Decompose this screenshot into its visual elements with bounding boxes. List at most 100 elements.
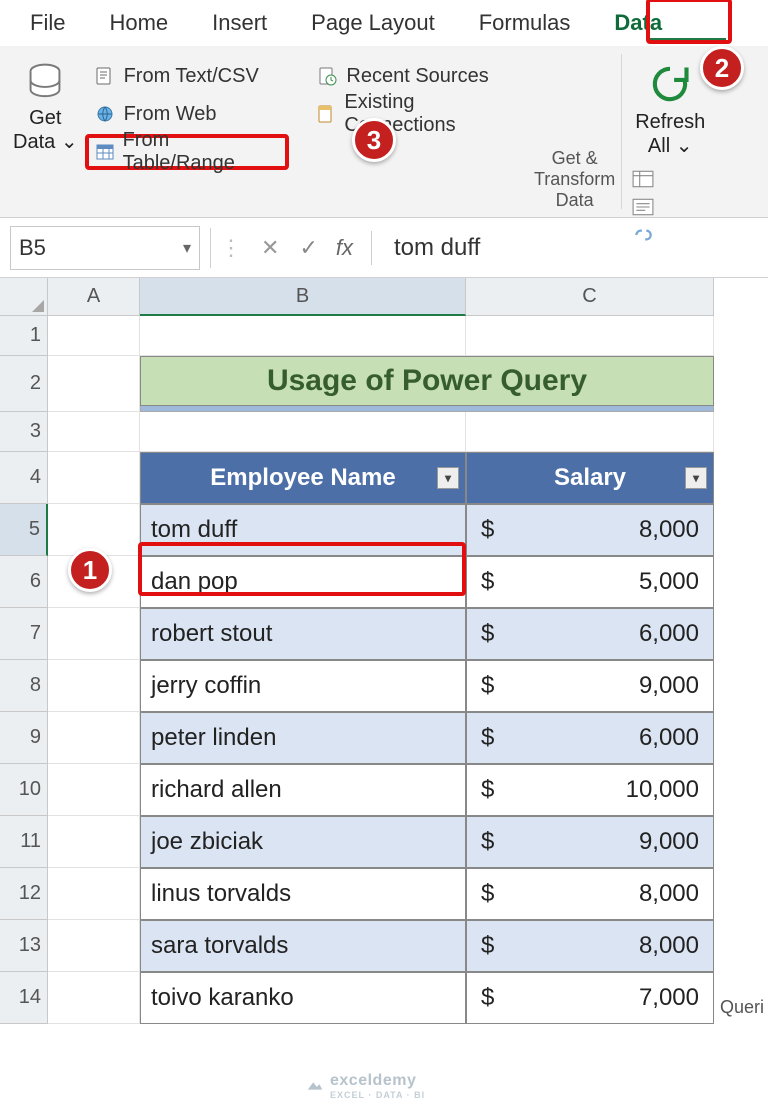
table-cell-salary[interactable]: $5,000 [466, 556, 714, 608]
group-queries: Queri [720, 997, 764, 1022]
select-all-corner[interactable] [0, 278, 48, 316]
enter-icon[interactable]: ✓ [299, 235, 317, 261]
from-table-range-button[interactable]: From Table/Range [85, 134, 290, 170]
recent-sources-button[interactable]: Recent Sources [307, 58, 522, 94]
from-text-csv-label: From Text/CSV [124, 65, 259, 88]
table-cell-salary[interactable]: $7,000 [466, 972, 714, 1024]
table-cell-salary[interactable]: $6,000 [466, 608, 714, 660]
cell[interactable] [48, 764, 140, 816]
row-header-8[interactable]: 8 [0, 660, 48, 712]
from-web-label: From Web [124, 103, 217, 126]
from-table-range-label: From Table/Range [123, 129, 270, 175]
filter-icon[interactable]: ▾ [685, 467, 707, 489]
chevron-down-icon: ⌄ [676, 135, 693, 157]
cell[interactable] [140, 412, 466, 452]
queries-icon[interactable] [632, 168, 656, 188]
connections-icon [316, 103, 336, 125]
table-cell-salary[interactable]: $8,000 [466, 920, 714, 972]
database-icon [24, 62, 66, 104]
table-cell-name[interactable]: joe zbiciak [140, 816, 466, 868]
row-header-7[interactable]: 7 [0, 608, 48, 660]
formula-value[interactable]: tom duff [394, 234, 480, 262]
fx-icon[interactable]: fx [336, 235, 353, 261]
name-box[interactable]: B5 ▾ [10, 226, 200, 270]
table-cell-salary[interactable]: $8,000 [466, 868, 714, 920]
row-header-14[interactable]: 14 [0, 972, 48, 1024]
title-cell[interactable]: Usage of Power Query [140, 356, 714, 406]
cell[interactable] [466, 412, 714, 452]
tab-file[interactable]: File [30, 10, 65, 36]
cell[interactable] [48, 452, 140, 504]
cancel-icon[interactable]: ✕ [261, 235, 279, 261]
name-box-value: B5 [19, 235, 183, 261]
logo-icon [306, 1077, 324, 1095]
highlight-cell-B5 [138, 542, 466, 596]
highlight-tab-data [646, 0, 732, 44]
row-header-4[interactable]: 4 [0, 452, 48, 504]
row-header-6[interactable]: 6 [0, 556, 48, 608]
cell[interactable] [48, 712, 140, 764]
callout-3: 3 [352, 118, 396, 162]
col-header-C[interactable]: C [466, 278, 714, 316]
callout-1: 1 [68, 548, 112, 592]
existing-connections-button[interactable]: Existing Connections [307, 96, 522, 132]
row-header-9[interactable]: 9 [0, 712, 48, 764]
cell[interactable] [48, 316, 140, 356]
cell[interactable] [48, 868, 140, 920]
properties-icon[interactable] [632, 196, 656, 216]
recent-sources-label: Recent Sources [346, 65, 488, 88]
col-header-A[interactable]: A [48, 278, 140, 316]
get-data-button[interactable]: GetData ⌄ [6, 56, 85, 154]
row-header-12[interactable]: 12 [0, 868, 48, 920]
table-cell-name[interactable]: peter linden [140, 712, 466, 764]
table-cell-name[interactable]: linus torvalds [140, 868, 466, 920]
table-cell-salary[interactable]: $10,000 [466, 764, 714, 816]
tab-home[interactable]: Home [109, 10, 168, 36]
table-cell-name[interactable]: richard allen [140, 764, 466, 816]
cell[interactable] [48, 660, 140, 712]
recent-icon [316, 65, 338, 87]
row-header-11[interactable]: 11 [0, 816, 48, 868]
table-icon [95, 141, 115, 163]
row-header-10[interactable]: 10 [0, 764, 48, 816]
cell[interactable] [48, 412, 140, 452]
cell[interactable] [48, 920, 140, 972]
table-cell-name[interactable]: robert stout [140, 608, 466, 660]
table-cell-name[interactable]: toivo karanko [140, 972, 466, 1024]
table-cell-salary[interactable]: $8,000 [466, 504, 714, 556]
caret-down-icon[interactable]: ▾ [183, 238, 191, 258]
row-header-5[interactable]: 5 [0, 504, 48, 556]
chevron-down-icon: ⌄ [61, 131, 78, 153]
row-header-3[interactable]: 3 [0, 412, 48, 452]
table-cell-salary[interactable]: $9,000 [466, 660, 714, 712]
watermark: exceldemy EXCEL · DATA · BI [306, 1072, 425, 1100]
table-cell-salary[interactable]: $9,000 [466, 816, 714, 868]
table-cell-salary[interactable]: $6,000 [466, 712, 714, 764]
cell[interactable] [466, 316, 714, 356]
table-cell-name[interactable]: jerry coffin [140, 660, 466, 712]
group-get-transform: Get & Transform Data [534, 148, 615, 215]
cell[interactable] [48, 972, 140, 1024]
table-header-name[interactable]: Employee Name▾ [140, 452, 466, 504]
edit-links-icon[interactable] [632, 224, 656, 244]
refresh-icon [648, 62, 692, 106]
tab-page-layout[interactable]: Page Layout [311, 10, 435, 36]
row-header-2[interactable]: 2 [0, 356, 48, 412]
col-header-B[interactable]: B [140, 278, 466, 316]
cell[interactable] [48, 356, 140, 412]
from-text-csv-button[interactable]: From Text/CSV [85, 58, 290, 94]
text-csv-icon [94, 65, 116, 87]
table-header-salary[interactable]: Salary▾ [466, 452, 714, 504]
filter-icon[interactable]: ▾ [437, 467, 459, 489]
from-web-button[interactable]: From Web [85, 96, 290, 132]
cell[interactable] [48, 608, 140, 660]
tab-formulas[interactable]: Formulas [479, 10, 571, 36]
tab-insert[interactable]: Insert [212, 10, 267, 36]
globe-icon [94, 103, 116, 125]
cell[interactable] [140, 316, 466, 356]
cell[interactable] [48, 816, 140, 868]
row-header-13[interactable]: 13 [0, 920, 48, 972]
callout-2: 2 [700, 46, 744, 90]
table-cell-name[interactable]: sara torvalds [140, 920, 466, 972]
row-header-1[interactable]: 1 [0, 316, 48, 356]
